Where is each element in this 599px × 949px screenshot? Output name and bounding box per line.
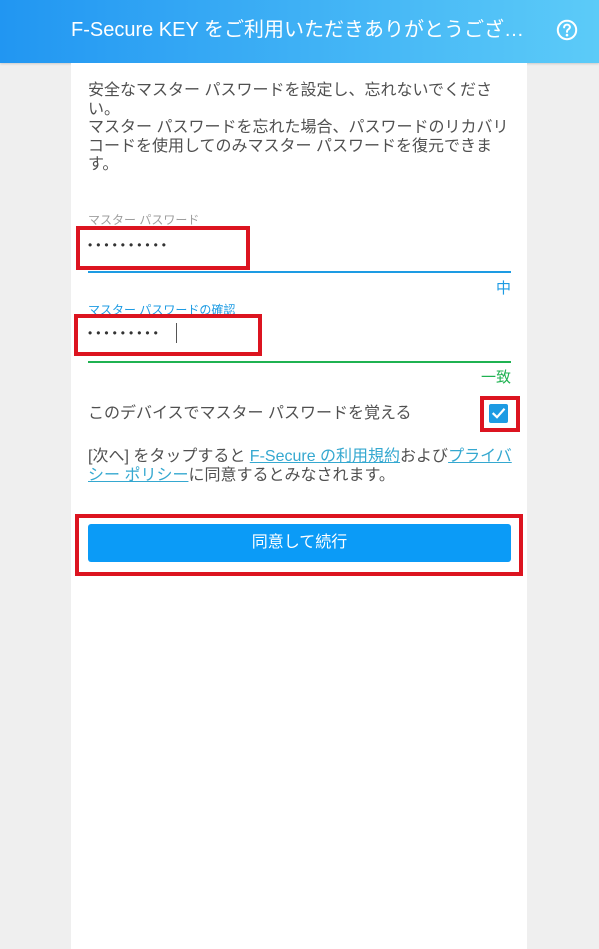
text-cursor — [176, 323, 177, 343]
intro-paragraph-1: 安全なマスター パスワードを設定し、忘れないでください。 — [88, 82, 492, 118]
master-password-underline — [88, 271, 511, 273]
confirm-password-field[interactable]: ••••••••• — [88, 321, 511, 351]
app-header: F-Secure KEY をご利用いただきありがとうござ… — [0, 0, 599, 63]
terms-of-use-link[interactable]: F-Secure の利用規約 — [250, 448, 400, 465]
remember-password-checkbox[interactable] — [489, 404, 508, 423]
intro-paragraph-2: マスター パスワードを忘れた場合、パスワードのリカバリコードを使用してのみマスタ… — [88, 119, 509, 173]
confirm-password-value: ••••••••• — [88, 326, 162, 340]
master-password-field[interactable]: •••••••••• — [88, 233, 511, 263]
content-panel — [71, 63, 527, 949]
confirm-password-underline — [88, 361, 511, 363]
password-match-indicator: 一致 — [480, 369, 511, 386]
terms-middle: および — [400, 448, 449, 465]
header-title: F-Secure KEY をご利用いただきありがとうござ… — [71, 19, 525, 41]
terms-notice: [次へ] をタップすると F-Secure の利用規約およびプライバシー ポリシ… — [88, 447, 512, 485]
master-password-label: マスター パスワード — [88, 213, 200, 227]
help-button[interactable] — [556, 19, 578, 41]
master-password-value: •••••••••• — [88, 238, 171, 252]
remember-password-label: このデバイスでマスター パスワードを覚える — [88, 405, 412, 422]
terms-suffix: に同意するとみなされます。 — [188, 467, 395, 484]
confirm-password-label: マスター パスワードの確認 — [88, 303, 236, 317]
password-strength-indicator: 中 — [495, 280, 511, 297]
terms-prefix: [次へ] をタップすると — [88, 448, 250, 465]
help-circle-icon — [556, 19, 578, 41]
checkmark-icon — [491, 408, 506, 419]
intro-text: 安全なマスター パスワードを設定し、忘れないでください。 マスター パスワードを… — [88, 82, 512, 175]
agree-continue-button[interactable]: 同意して続行 — [88, 524, 511, 562]
